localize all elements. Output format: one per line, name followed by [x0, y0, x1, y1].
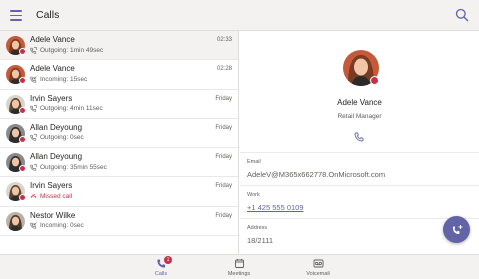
- top-app-bar: Calls: [0, 0, 479, 31]
- new-call-button[interactable]: [443, 216, 470, 243]
- divider: [240, 185, 479, 186]
- caller-name: Nestor Wilke: [30, 210, 76, 220]
- email-value[interactable]: AdeleV@M365x662778.OnMicrosoft.com: [247, 170, 385, 179]
- presence-busy-icon: [19, 106, 26, 114]
- contact-detail-pane: Adele Vance Retail Manager Email AdeleV@…: [240, 31, 479, 254]
- call-detail-text: Outgoing: 35min 55sec: [40, 163, 107, 171]
- outgoing-call-icon: [30, 46, 37, 54]
- contact-name: Adele Vance: [337, 98, 382, 107]
- presence-busy-icon: [19, 165, 26, 173]
- call-time: 02:28: [216, 66, 232, 73]
- outgoing-call-icon: [30, 134, 37, 142]
- call-history-item[interactable]: Allan Deyoung Outgoing: 0sec Friday: [0, 119, 238, 149]
- caller-name: Adele Vance: [30, 35, 75, 44]
- caller-name: Irvin Sayers: [30, 181, 73, 191]
- nav-meetings-label: Meetings: [227, 271, 251, 277]
- call-detail-text: Incoming: 0sec: [40, 222, 84, 230]
- caller-name: Irvin Sayers: [30, 93, 73, 103]
- call-detail: Incoming: 15sec: [30, 76, 87, 83]
- call-detail: Outgoing: 0sec: [30, 134, 84, 141]
- divider: [240, 218, 479, 219]
- call-history-item[interactable]: Allan Deyoung Outgoing: 35min 55sec Friday: [0, 148, 238, 178]
- address-value: 18/2111: [247, 236, 273, 245]
- call-detail: Outgoing: 1min 49sec: [30, 47, 103, 54]
- call-detail-text: Outgoing: 0sec: [40, 134, 84, 142]
- call-detail-text: Missed call: [40, 192, 73, 200]
- nav-calls-label: Calls: [154, 271, 168, 277]
- nav-voicemail[interactable]: Voicemail: [288, 258, 348, 277]
- divider: [240, 152, 479, 153]
- call-history-item[interactable]: Irvin Sayers Missed call Friday: [0, 177, 238, 207]
- outgoing-call-icon: [30, 163, 37, 171]
- call-history-item[interactable]: Adele Vance Incoming: 15sec 02:28: [0, 60, 238, 90]
- call-detail: Outgoing: 4min 11sec: [30, 105, 103, 112]
- dialpad-call-icon: [452, 224, 462, 234]
- call-time: Friday: [215, 154, 232, 161]
- calendar-icon: [234, 259, 244, 268]
- call-phone-icon[interactable]: [354, 132, 364, 142]
- bottom-navigation: 1 Calls Meetings Voicemail: [0, 254, 479, 279]
- call-history-item[interactable]: Irvin Sayers Outgoing: 4min 11sec Friday: [0, 90, 238, 119]
- call-history-item[interactable]: Nestor Wilke Incoming: 0sec Friday: [0, 207, 238, 237]
- presence-busy-icon: [19, 77, 26, 85]
- work-phone-link[interactable]: +1 425 555 0109: [247, 203, 304, 212]
- call-time: Friday: [215, 212, 232, 219]
- missed-call-icon: [30, 193, 37, 198]
- caller-name: Allan Deyoung: [30, 152, 83, 162]
- caller-name: Adele Vance: [30, 64, 75, 74]
- call-time: Friday: [215, 183, 232, 190]
- call-history-list: Adele Vance Outgoing: 1min 49sec 02:33 Adel…: [0, 31, 239, 254]
- page-title: Calls: [36, 9, 60, 21]
- call-time: Friday: [215, 95, 232, 102]
- voicemail-icon: [313, 259, 323, 268]
- call-time: Friday: [215, 124, 232, 131]
- presence-busy-icon: [370, 76, 379, 85]
- contact-role: Retail Manager: [337, 113, 382, 120]
- call-detail-text: Outgoing: 1min 49sec: [40, 46, 104, 54]
- call-detail: Missed call: [30, 193, 72, 200]
- presence-busy-icon: [19, 48, 26, 55]
- incoming-call-icon: [30, 222, 37, 229]
- work-label: Work: [247, 192, 260, 198]
- call-detail: Outgoing: 35min 55sec: [30, 164, 107, 171]
- email-label: Email: [247, 159, 261, 165]
- outgoing-call-icon: [30, 105, 37, 112]
- incoming-call-icon: [30, 76, 37, 83]
- call-detail-text: Outgoing: 4min 11sec: [40, 105, 103, 113]
- call-detail: Incoming: 0sec: [30, 222, 84, 229]
- search-icon[interactable]: [455, 8, 469, 22]
- nav-voicemail-label: Voicemail: [306, 271, 330, 277]
- call-time: 02:33: [216, 37, 232, 43]
- nav-calls[interactable]: 1 Calls: [131, 256, 191, 277]
- presence-busy-icon: [19, 135, 26, 143]
- avatar: [6, 211, 25, 231]
- menu-icon[interactable]: [10, 10, 22, 21]
- caller-name: Allan Deyoung: [30, 122, 83, 132]
- missed-calls-badge: 1: [164, 256, 172, 264]
- presence-busy-icon: [19, 194, 26, 202]
- address-label: Address: [247, 225, 268, 231]
- call-detail-text: Incoming: 15sec: [40, 75, 88, 83]
- nav-meetings[interactable]: Meetings: [209, 258, 269, 277]
- call-history-item[interactable]: Adele Vance Outgoing: 1min 49sec 02:33: [0, 31, 238, 61]
